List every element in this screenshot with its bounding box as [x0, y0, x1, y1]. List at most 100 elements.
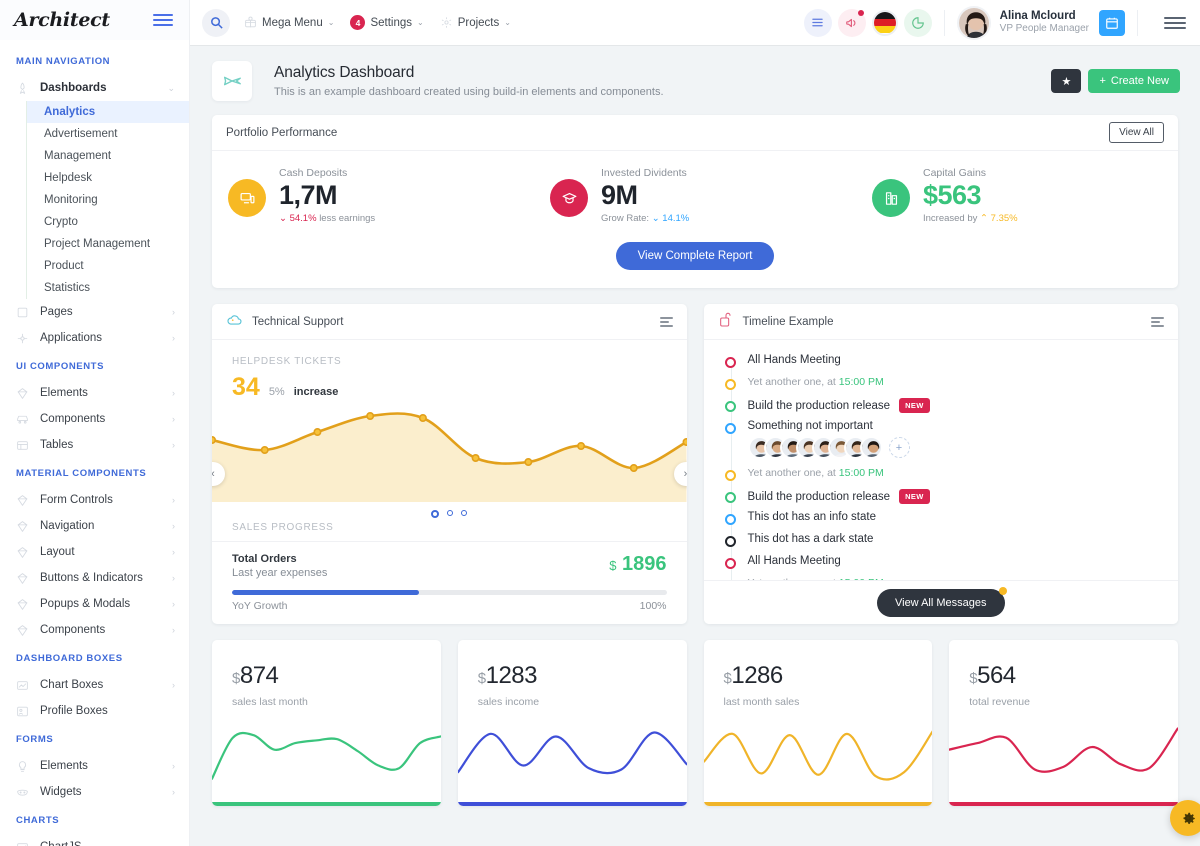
megaphone-icon[interactable] [837, 8, 866, 37]
list-menu-icon[interactable] [1151, 316, 1164, 327]
sidebar-item-tables[interactable]: Tables › [0, 432, 189, 458]
timeline-avatar-group: + [747, 432, 1179, 465]
carousel-dot-3[interactable] [461, 510, 468, 516]
sidebar-item-helpdesk[interactable]: Helpdesk [26, 167, 189, 189]
yoy-progress-bar[interactable] [232, 590, 667, 595]
flag-de-icon[interactable] [871, 9, 898, 36]
top-menu[interactable]: Mega Menu ⌄ 4 Settings ⌄ Projects ⌄ [244, 15, 511, 30]
sidebar-submenu: Analytics Advertisement Management Helpdesk… [0, 101, 189, 299]
sidebar-item-statistics[interactable]: Statistics [26, 277, 189, 299]
sidebar-item-chart-boxes[interactable]: Chart Boxes › [0, 672, 189, 698]
sidebar-item-elements[interactable]: Elements › [0, 753, 189, 779]
gear-icon[interactable] [1170, 800, 1200, 836]
sidebar-item-chartjs[interactable]: ChartJS [0, 834, 189, 846]
list-menu-icon[interactable] [659, 316, 673, 327]
brand-logo[interactable]: Architect [14, 9, 110, 31]
sidebar-item-layout[interactable]: Layout › [0, 539, 189, 565]
create-new-button[interactable]: + Create New [1088, 69, 1180, 93]
total-orders-amount: $ 1896 [609, 553, 666, 576]
sidebar-item-dashboards[interactable]: Dashboards ⌄ [0, 75, 189, 101]
card-header: Technical Support [212, 304, 687, 340]
carousel-dots[interactable] [212, 502, 687, 520]
timeline-dot-warn [725, 470, 736, 481]
page-title: Analytics Dashboard [274, 64, 415, 81]
sales-progress-footer: Total Orders Last year expenses $ 1896 Y… [212, 541, 687, 624]
timeline-item[interactable]: This dot has a dark state [725, 533, 1179, 553]
timeline-item-time: 15:00 PM [838, 467, 884, 479]
hamburger-icon[interactable] [1164, 16, 1186, 29]
view-complete-report-button[interactable]: View Complete Report [615, 242, 775, 270]
grid-icon[interactable] [803, 8, 832, 37]
sidebar-item-analytics[interactable]: Analytics [26, 101, 189, 123]
timeline-item[interactable]: This dot has an info state [725, 511, 1179, 531]
timeline-item[interactable]: All Hands Meeting [725, 555, 1179, 575]
timeline-item[interactable]: All Hands Meeting [725, 354, 1179, 374]
sidebar-item-navigation[interactable]: Navigation › [0, 513, 189, 539]
sidebar-item-crypto[interactable]: Crypto [26, 211, 189, 233]
avatar[interactable] [956, 5, 991, 40]
sidebar-item-product[interactable]: Product [26, 255, 189, 277]
sidebar-item-management[interactable]: Management [26, 145, 189, 167]
carousel-dot-1[interactable] [431, 510, 440, 518]
sidebar-item-label: Profile Boxes [40, 705, 108, 717]
helpdesk-area-chart [212, 392, 687, 502]
sidebar-item-label: Popups & Modals [40, 598, 131, 610]
avatar[interactable] [859, 436, 883, 459]
view-all-messages-label: View All Messages [894, 596, 987, 609]
view-all-button[interactable]: View All [1109, 122, 1164, 143]
sidebar-item-project-management[interactable]: Project Management [26, 233, 189, 255]
top-menu-projects[interactable]: Projects ⌄ [440, 16, 511, 29]
search-icon[interactable] [202, 8, 230, 37]
timeline-col: Timeline Example All Hands Meeting Yet an… [703, 304, 1179, 640]
stat-card-sparkline [704, 708, 933, 802]
carousel-dot-2[interactable] [447, 510, 454, 516]
stat-card-sparkline [458, 708, 687, 802]
portfolio-stat-sub: ⌄ 54.1% less earnings [279, 213, 375, 224]
stat-card-sparkline [949, 708, 1178, 802]
sidebar-item-buttons-indicators[interactable]: Buttons & Indicators › [0, 565, 189, 591]
timeline-item[interactable]: Build the production release NEW [725, 489, 1179, 509]
timeline-item[interactable]: Build the production release NEW [725, 398, 1179, 418]
chevron-down-icon: ⌄ [167, 82, 175, 93]
top-bar: Mega Menu ⌄ 4 Settings ⌄ Projects ⌄ Alin… [190, 0, 1200, 45]
timeline-dot-succ [725, 492, 736, 503]
currency-symbol: $ [477, 670, 486, 687]
sidebar-section-title: MAIN NAVIGATION [16, 56, 111, 67]
sidebar-collapse-icon[interactable] [153, 14, 173, 26]
timeline-item[interactable]: Something not important + [725, 420, 1179, 465]
calendar-icon[interactable] [1099, 9, 1125, 36]
top-menu-settings[interactable]: 4 Settings ⌄ [350, 15, 424, 30]
gear-icon [440, 16, 453, 29]
sidebar-item-widgets[interactable]: Widgets › [0, 779, 189, 805]
sidebar-item-label: Layout [40, 546, 75, 558]
chevron-right-icon: › [172, 307, 175, 317]
sidebar-item-profile-boxes[interactable]: Profile Boxes [0, 698, 189, 724]
pie-chart-icon[interactable] [903, 8, 932, 37]
sidebar-item-components[interactable]: Components › [0, 406, 189, 432]
favorite-button[interactable]: ★ [1051, 69, 1082, 93]
stat-card-value: $874 [212, 640, 441, 690]
yoy-growth-value: 100% [639, 600, 667, 612]
sidebar-item-pages[interactable]: Pages › [0, 299, 189, 325]
total-orders-sub: Last year expenses [232, 567, 328, 579]
sidebar-nav[interactable]: MAIN NAVIGATION Dashboards ⌄ Analytics Adver… [0, 40, 189, 846]
sidebar-item-components[interactable]: Components › [0, 617, 189, 643]
timeline-item[interactable]: Yet another one, at 15:00 PM [725, 376, 1179, 396]
sidebar-item-form-controls[interactable]: Form Controls › [0, 487, 189, 513]
top-menu-mega-menu[interactable]: Mega Menu ⌄ [244, 16, 334, 29]
timeline-item-text: Yet another one, at 15:00 PM [747, 376, 884, 388]
view-all-messages-button[interactable]: View All Messages [876, 586, 1007, 617]
timeline-body[interactable]: All Hands Meeting Yet another one, at 15:… [704, 340, 1179, 580]
portfolio-stat-value: 9M [601, 180, 638, 210]
sidebar-item-applications[interactable]: Applications › [0, 325, 189, 351]
sidebar-item-elements[interactable]: Elements › [0, 380, 189, 406]
sidebar-item-popups-modals[interactable]: Popups & Modals › [0, 591, 189, 617]
timeline-item[interactable]: Yet another one, at 15:00 PM [725, 467, 1179, 487]
currency-symbol: $ [609, 558, 617, 573]
sidebar-item-label: Applications [40, 332, 103, 344]
stat-card-label: sales last month [232, 696, 308, 708]
add-member-button[interactable]: + [888, 437, 910, 458]
portfolio-performance-card: Portfolio Performance View All Cash Depo… [212, 115, 1178, 288]
sidebar-item-monitoring[interactable]: Monitoring [26, 189, 189, 211]
sidebar-item-advertisement[interactable]: Advertisement [26, 123, 189, 145]
